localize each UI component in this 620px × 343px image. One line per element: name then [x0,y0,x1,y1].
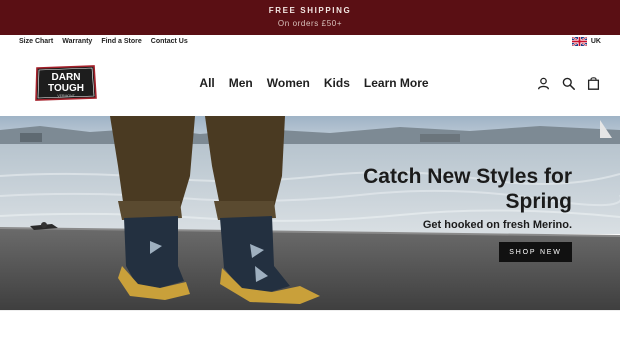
hero-title: Catch New Styles for Spring [363,165,572,213]
uk-flag-icon [571,37,587,46]
header-icons [537,77,600,90]
warranty-link[interactable]: Warranty [62,38,92,45]
find-store-link[interactable]: Find a Store [101,38,141,45]
shop-new-button[interactable]: SHOP NEW [499,242,572,262]
logo-line-3: VERMONT [57,94,75,98]
nav-item-all[interactable]: All [199,76,214,90]
utility-nav: Size Chart Warranty Find a Store Contact… [0,35,620,49]
utility-links: Size Chart Warranty Find a Store Contact… [19,38,188,45]
nav-item-women[interactable]: Women [267,76,310,90]
search-icon[interactable] [562,77,575,90]
size-chart-link[interactable]: Size Chart [19,38,53,45]
page-content-area [0,310,620,343]
nav-item-learn-more[interactable]: Learn More [364,76,429,90]
region-selector[interactable]: UK [571,37,601,46]
main-nav: All Men Women Kids Learn More [0,76,620,90]
announcement-bar: FREE SHIPPING On orders £50+ [0,0,620,35]
hero-banner: Catch New Styles for Spring Get hooked o… [0,116,620,310]
account-icon[interactable] [537,77,550,90]
announcement-subtitle: On orders £50+ [277,19,343,28]
contact-us-link[interactable]: Contact Us [151,38,188,45]
site-header: DARN TOUGH VERMONT All Men Women Kids Le… [0,49,620,116]
hero-subtitle: Get hooked on fresh Merino. [422,219,572,231]
cart-icon[interactable] [587,77,600,90]
nav-item-kids[interactable]: Kids [324,76,350,90]
announcement-title: FREE SHIPPING [268,6,352,15]
nav-item-men[interactable]: Men [229,76,253,90]
region-label: UK [590,38,601,45]
